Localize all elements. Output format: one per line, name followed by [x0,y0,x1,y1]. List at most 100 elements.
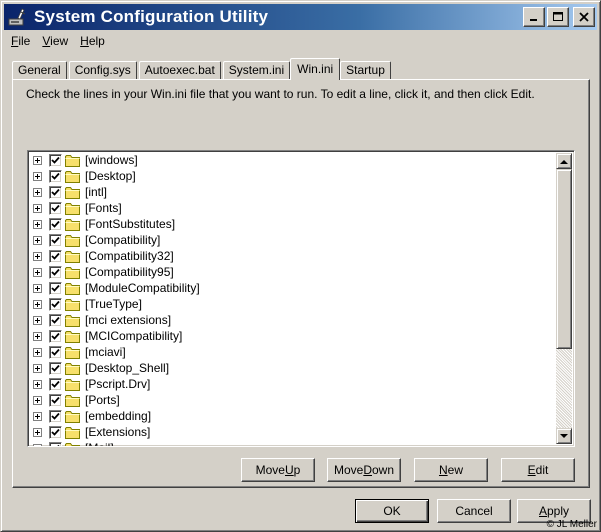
list-item[interactable]: [Compatibility] [30,232,200,248]
section-checkbox[interactable] [49,153,62,167]
section-checkbox[interactable] [49,217,62,231]
section-checkbox[interactable] [49,329,62,343]
folder-icon [65,282,81,295]
title-bar[interactable]: System Configuration Utility [4,4,597,30]
tab-autoexec-bat[interactable]: Autoexec.bat [138,61,221,80]
close-button[interactable] [573,7,595,27]
section-checkbox[interactable] [49,185,62,199]
list-item[interactable]: [Mail] [30,440,200,446]
expand-plus-icon[interactable] [33,315,42,325]
section-checkbox[interactable] [49,361,62,375]
expand-plus-icon[interactable] [33,443,42,446]
tab-startup[interactable]: Startup [340,61,391,80]
section-checkbox[interactable] [49,265,62,279]
tab-system-ini[interactable]: System.ini [222,61,291,80]
edit-button[interactable]: Edit [501,458,575,482]
instructions-text: Check the lines in your Win.ini file tha… [26,87,535,101]
scroll-thumb[interactable] [556,169,572,349]
folder-icon [65,266,81,279]
win-ini-section-list[interactable]: [windows] [Desktop] [intl] [Fonts] [FontSubs… [27,150,575,447]
new-button[interactable]: New [414,458,488,482]
expand-plus-icon[interactable] [33,171,42,181]
section-label: [Extensions] [85,425,151,439]
scroll-up-button[interactable] [556,153,572,169]
tab-win-ini[interactable]: Win.ini [290,58,341,80]
section-checkbox[interactable] [49,281,62,295]
folder-icon [65,186,81,199]
ok-button[interactable]: OK [355,499,429,523]
section-checkbox[interactable] [49,233,62,247]
checkmark-icon [51,332,60,340]
list-item[interactable]: [Desktop] [30,168,200,184]
maximize-button[interactable] [547,7,569,27]
expand-plus-icon[interactable] [33,251,42,261]
list-item[interactable]: [Extensions] [30,424,200,440]
checkmark-icon [51,396,60,404]
section-label: [Fonts] [85,201,122,215]
list-item[interactable]: [Ports] [30,392,200,408]
section-checkbox[interactable] [49,345,62,359]
list-item[interactable]: [ModuleCompatibility] [30,280,200,296]
section-checkbox[interactable] [49,297,62,311]
section-checkbox[interactable] [49,409,62,423]
expand-plus-icon[interactable] [33,331,42,341]
list-item[interactable]: [embedding] [30,408,200,424]
expand-plus-icon[interactable] [33,203,42,213]
section-checkbox[interactable] [49,249,62,263]
move-up-button[interactable]: Move Up [241,458,315,482]
expand-plus-icon[interactable] [33,187,42,197]
expand-plus-icon[interactable] [33,155,42,165]
win-ini-panel: Check the lines in your Win.ini file tha… [12,79,590,488]
expand-plus-icon[interactable] [33,235,42,245]
checkmark-icon [51,156,60,164]
expand-plus-icon[interactable] [33,379,42,389]
expand-plus-icon[interactable] [33,395,42,405]
expand-plus-icon[interactable] [33,347,42,357]
tab-config-sys[interactable]: Config.sys [68,61,137,80]
cancel-button[interactable]: Cancel [437,499,511,523]
folder-icon [65,346,81,359]
section-checkbox[interactable] [49,201,62,215]
checkmark-icon [51,428,60,436]
vertical-scrollbar[interactable] [556,153,572,444]
expand-plus-icon[interactable] [33,219,42,229]
list-item[interactable]: [mciavi] [30,344,200,360]
list-item[interactable]: [intl] [30,184,200,200]
section-label: [TrueType] [85,297,142,311]
section-checkbox[interactable] [49,441,62,446]
list-item[interactable]: [FontSubstitutes] [30,216,200,232]
list-item[interactable]: [Fonts] [30,200,200,216]
menu-view[interactable]: View [36,32,74,50]
expand-plus-icon[interactable] [33,267,42,277]
list-item[interactable]: [MCICompatibility] [30,328,200,344]
list-item[interactable]: [Compatibility95] [30,264,200,280]
move-down-button[interactable]: Move Down [327,458,401,482]
checkmark-icon [51,316,60,324]
expand-plus-icon[interactable] [33,283,42,293]
list-item[interactable]: [Compatibility32] [30,248,200,264]
folder-icon [65,234,81,247]
scroll-down-button[interactable] [556,428,572,444]
list-item[interactable]: [mci extensions] [30,312,200,328]
list-item[interactable]: [Pscript.Drv] [30,376,200,392]
section-label: [embedding] [85,409,152,423]
list-item[interactable]: [windows] [30,152,200,168]
system-configuration-app-icon[interactable] [6,6,28,28]
menu-file[interactable]: File [5,32,36,50]
maximize-icon [553,12,563,21]
expand-plus-icon[interactable] [33,411,42,421]
menu-help[interactable]: Help [74,32,111,50]
expand-plus-icon[interactable] [33,427,42,437]
section-checkbox[interactable] [49,169,62,183]
expand-plus-icon[interactable] [33,299,42,309]
list-item[interactable]: [Desktop_Shell] [30,360,200,376]
section-checkbox[interactable] [49,377,62,391]
section-checkbox[interactable] [49,313,62,327]
section-checkbox[interactable] [49,393,62,407]
tab-general[interactable]: General [12,61,67,80]
minimize-button[interactable] [523,7,545,27]
checkmark-icon [51,236,60,244]
expand-plus-icon[interactable] [33,363,42,373]
section-checkbox[interactable] [49,425,62,439]
list-item[interactable]: [TrueType] [30,296,200,312]
